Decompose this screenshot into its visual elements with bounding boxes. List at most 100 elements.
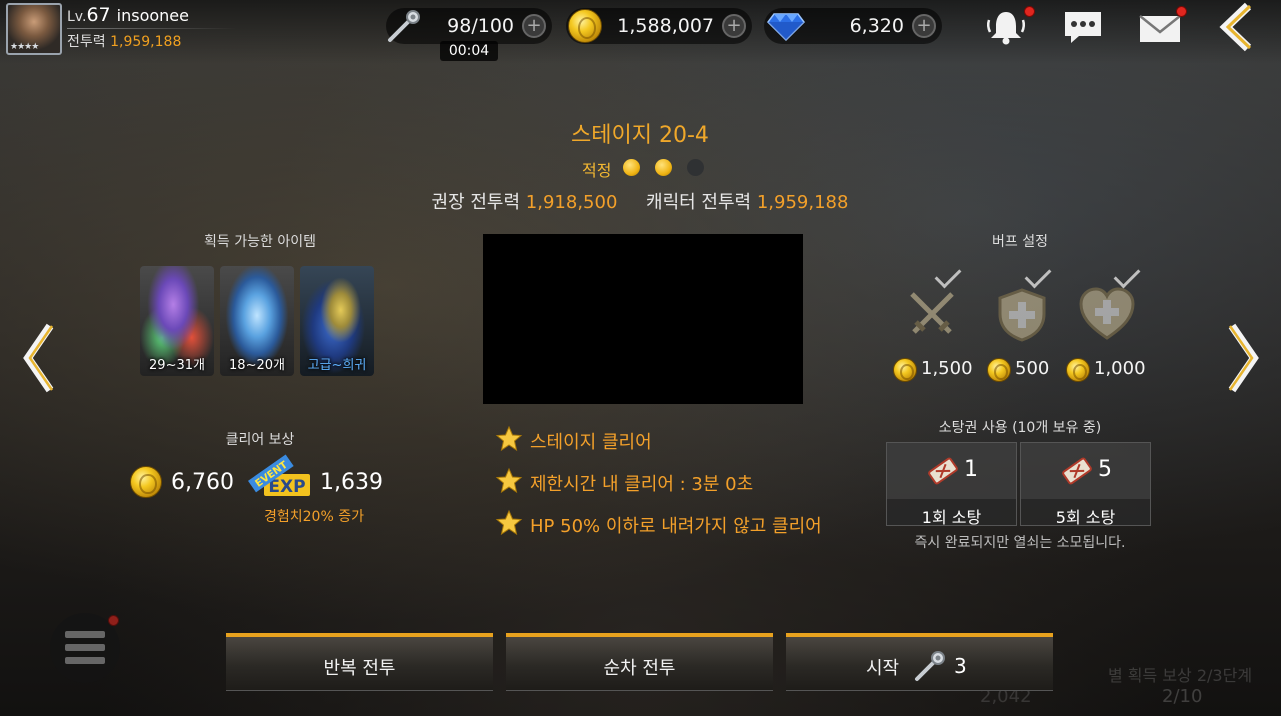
stamina-value: 98/100 (447, 15, 514, 37)
item-slot[interactable]: 고급~희귀 (300, 266, 374, 376)
sweep-note: 즉시 완료되지만 열쇠는 소모됩니다. (914, 535, 1126, 551)
sweep-ticket-icon (928, 457, 958, 485)
chat-bubble-icon (1065, 12, 1101, 43)
gold-coin-icon (130, 466, 162, 498)
sweep-1-button[interactable]: 1 1회 소탕 (886, 442, 1017, 527)
menu-icon (65, 644, 105, 651)
add-stamina-button[interactable]: + (522, 14, 546, 38)
shield-cross-icon (998, 288, 1046, 342)
notification-button[interactable] (984, 6, 1035, 46)
repeat-battle-button[interactable]: 반복 전투 (226, 633, 493, 691)
menu-dot (108, 615, 119, 626)
gold-resource: 1,588,007 + (566, 8, 752, 44)
recommended-power-label: 권장 전투력 (431, 192, 521, 213)
start-button[interactable]: 시작 3 (786, 633, 1053, 691)
buff-attack[interactable] (900, 261, 970, 346)
buff-cost: 500 (987, 356, 1067, 384)
mission-item: 스테이지 클리어 (495, 425, 825, 455)
exp-bonus-note: 경험치20% 증가 (264, 509, 364, 525)
stage-preview (483, 234, 803, 404)
start-label: 시작 (866, 658, 900, 679)
power-comparison: 권장 전투력 1,918,500 캐릭터 전투력 1,959,188 (340, 188, 940, 214)
star-icon (495, 425, 523, 452)
item-slot[interactable]: 18~20개 (220, 266, 294, 376)
crossed-swords-icon (910, 292, 954, 334)
item-slot[interactable]: 29~31개 (140, 266, 214, 376)
gem-value: 6,320 (849, 15, 904, 37)
add-gem-button[interactable]: + (912, 14, 936, 38)
wand-icon (388, 10, 420, 42)
exp-reward-value: 1,639 (320, 470, 383, 495)
clear-rewards-label: 클리어 보상 (225, 432, 295, 448)
gold-value: 1,588,007 (617, 15, 714, 37)
difficulty-indicator: 적정 (560, 154, 720, 180)
bell-icon (986, 12, 1026, 45)
menu-icon (65, 657, 105, 664)
difficulty-dot-3 (687, 159, 704, 176)
character-power-label: 캐릭터 전투력 (646, 192, 752, 213)
next-stage-button[interactable] (1222, 318, 1262, 398)
check-icon (1113, 261, 1141, 289)
player-info: Lv.67 insoonee 전투력 1,959,188 (67, 4, 239, 54)
stamina-timer: 00:04 (440, 41, 498, 61)
sequential-battle-button[interactable]: 순차 전투 (506, 633, 773, 691)
wand-icon (915, 651, 945, 681)
buff-cost: 1,000 (1066, 356, 1156, 384)
sweep-count: 5 (1098, 457, 1112, 482)
items-section-label: 획득 가능한 아이템 (204, 234, 316, 250)
diamond-icon (767, 13, 805, 42)
gold-coin-icon (568, 9, 602, 43)
chevron-right-icon (1228, 323, 1259, 393)
gold-coin-icon (987, 358, 1011, 382)
notification-dot (1024, 6, 1035, 17)
background-hud-text: 2/10 (1162, 686, 1203, 707)
back-button[interactable] (1212, 2, 1262, 52)
character-power-value: 1,959,188 (756, 192, 849, 213)
star-icon (495, 509, 523, 536)
buff-section-label: 버프 설정 (992, 234, 1048, 250)
menu-icon (65, 631, 105, 638)
heart-cross-icon (1079, 287, 1135, 340)
add-gold-button[interactable]: + (722, 14, 746, 38)
buff-defense[interactable] (990, 261, 1060, 346)
sweep-5-button[interactable]: 5 5회 소탕 (1020, 442, 1151, 527)
mail-dot (1176, 6, 1187, 17)
gem-resource: 6,320 + (764, 8, 942, 44)
sweep-label: 소탕권 사용 (10개 보유 중) (938, 420, 1102, 436)
mission-item: HP 50% 이하로 내려가지 않고 클리어 (495, 509, 835, 539)
divider (67, 28, 237, 29)
chevron-left-icon (23, 323, 54, 393)
main-menu-button[interactable] (50, 613, 120, 683)
sweep-ticket-icon (1062, 457, 1092, 485)
avatar-stars-icon: ★★★★ (10, 42, 39, 52)
player-level: Lv.67 (67, 4, 111, 26)
clear-rewards: 6,760 EXP EVENT 1,639 경험치20% 증가 (128, 454, 388, 525)
buff-health[interactable] (1075, 261, 1145, 346)
star-icon (495, 467, 523, 494)
player-power: 전투력 1,959,188 (67, 34, 182, 50)
player-name: insoonee (116, 6, 189, 25)
background-hud-text: 별 획득 보상 2/3단계 (1108, 666, 1253, 685)
stamina-resource: 98/100 + (386, 8, 552, 44)
mail-button[interactable] (1138, 6, 1187, 46)
sequential-battle-label: 순차 전투 (603, 658, 676, 679)
item-caption: 18~20개 (229, 358, 285, 373)
sweep-count: 1 (964, 457, 978, 482)
buff-cost: 1,500 (893, 356, 983, 384)
prev-stage-button[interactable] (20, 318, 60, 398)
repeat-battle-label: 반복 전투 (323, 658, 396, 679)
mission-item: 제한시간 내 클리어 : 3분 0초 (495, 467, 825, 497)
player-avatar[interactable]: ★★★★ (6, 3, 62, 55)
stage-title: 스테이지 20-4 (571, 123, 709, 148)
gold-coin-icon (893, 358, 917, 382)
check-icon (934, 261, 962, 289)
back-arrow-icon (1219, 2, 1252, 52)
exp-event-badge-icon: EXP EVENT (248, 454, 310, 497)
item-caption: 고급~희귀 (307, 358, 367, 373)
sweep-button-label: 1회 소탕 (921, 508, 982, 527)
chat-button[interactable] (1061, 6, 1105, 46)
gold-coin-icon (1066, 358, 1090, 382)
difficulty-dot-2 (655, 159, 672, 176)
check-icon (1024, 261, 1052, 289)
difficulty-label: 적정 (582, 161, 612, 180)
